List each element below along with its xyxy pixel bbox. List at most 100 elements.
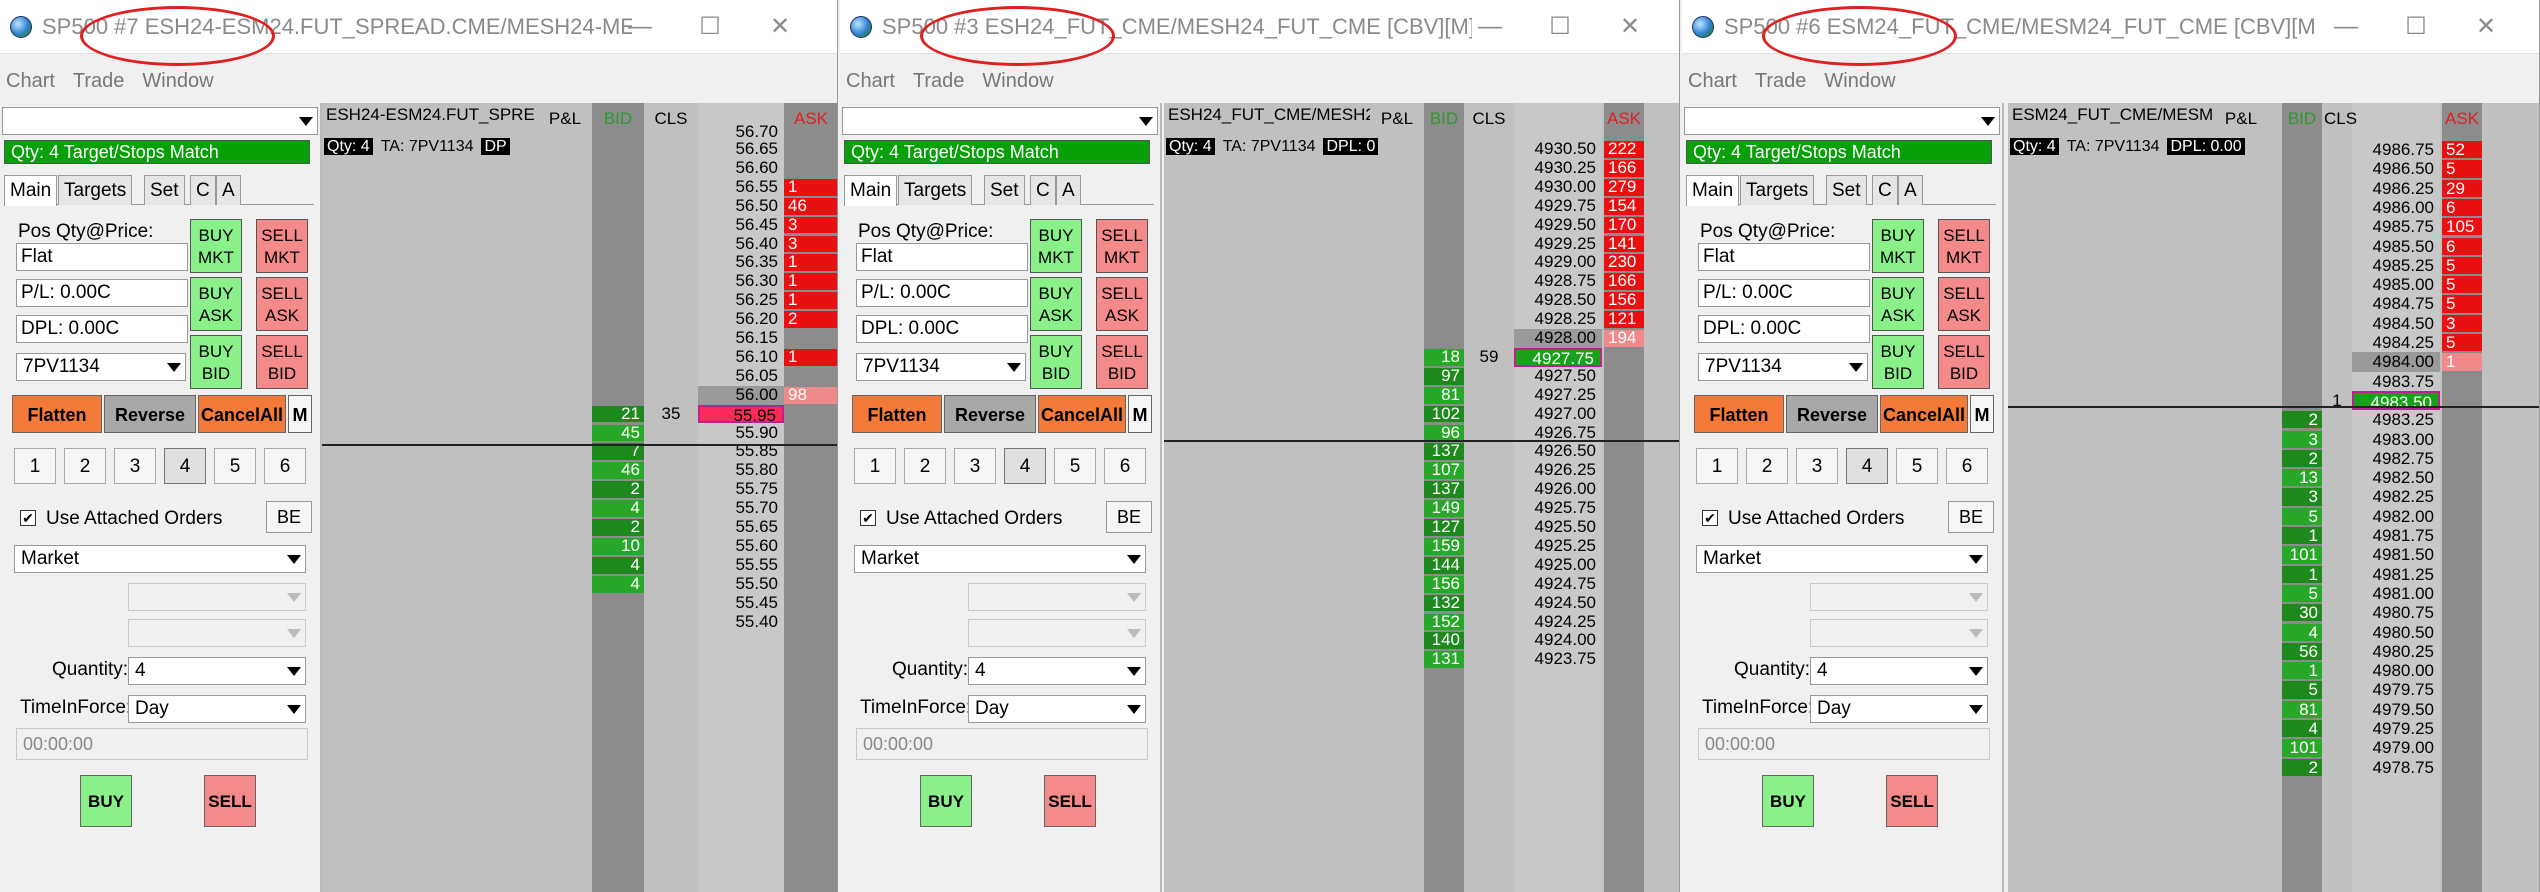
price-cell[interactable]: 4981.50 [2352,545,2440,564]
tab-a[interactable]: A [216,175,241,205]
cancel-all-button[interactable]: CancelAll [1880,395,1968,433]
price-cell[interactable]: 55.55 [698,556,784,575]
ask-cell[interactable]: 194 [1604,330,1644,347]
ask-cell[interactable]: 5 [2442,276,2482,294]
maximize-button[interactable]: ☐ [2396,10,2436,44]
price-cell[interactable]: 4981.00 [2352,584,2440,603]
price-cell[interactable]: 56.55 [698,178,784,197]
bid-cell[interactable]: 21 [592,405,644,423]
qty-preset-3[interactable]: 3 [1796,448,1838,484]
price-cell[interactable]: 4930.00 [1514,178,1602,197]
sell-bid-button[interactable]: SELL BID [256,335,308,389]
bid-cell[interactable]: 5 [2282,681,2322,699]
buy-mkt-button[interactable]: BUY MKT [1872,219,1924,273]
order-type-dropdown[interactable]: Market [14,545,306,573]
price-cell[interactable]: 4980.50 [2352,623,2440,642]
price-cell[interactable]: 55.45 [698,594,784,613]
bid-cell[interactable]: 127 [1424,519,1464,536]
tab-targets[interactable]: Targets [1740,175,1815,205]
ask-cell[interactable]: 2 [784,311,837,328]
maximize-button[interactable]: ☐ [690,10,730,44]
price-cell[interactable]: 55.60 [698,537,784,556]
bid-cell[interactable]: 81 [2282,700,2322,718]
bid-cell[interactable]: 56 [2282,642,2322,661]
bid-cell[interactable]: 30 [2282,604,2322,622]
price-cell[interactable]: 4929.25 [1514,235,1602,254]
buy-bid-button[interactable]: BUY BID [190,335,242,389]
sell-ask-button[interactable]: SELL ASK [1096,277,1148,331]
tab-main[interactable]: Main [1686,175,1740,206]
qty-preset-4[interactable]: 4 [164,448,206,484]
ask-cell[interactable]: 1 [784,292,837,310]
menu-window[interactable]: Window [982,70,1053,92]
bid-cell[interactable]: 45 [592,424,644,442]
qty-preset-2[interactable]: 2 [904,448,946,484]
price-cell[interactable]: 56.65 [698,140,784,159]
minimize-button[interactable]: — [2326,10,2366,44]
price-cell[interactable]: 4985.25 [2352,256,2440,275]
symbol-dropdown[interactable] [2,107,318,135]
price-cell[interactable]: 56.15 [698,329,784,348]
price-cell[interactable]: 4982.75 [2352,449,2440,468]
bid-cell[interactable]: 102 [1424,405,1464,423]
m-button[interactable]: M [288,395,312,433]
price-cell[interactable]: 4984.50 [2352,314,2440,333]
bid-cell[interactable]: 5 [2282,507,2322,525]
bid-cell[interactable]: 81 [1424,386,1464,404]
bid-cell[interactable]: 137 [1424,481,1464,499]
price-cell[interactable]: 4986.25 [2352,179,2440,198]
price-cell[interactable]: 55.40 [698,613,784,632]
bid-cell[interactable]: 10 [592,537,644,555]
price-cell[interactable]: 4927.00 [1514,405,1602,424]
qty-preset-5[interactable]: 5 [1896,448,1938,484]
qty-preset-4[interactable]: 4 [1846,448,1888,484]
ask-cell[interactable]: 52 [2442,141,2482,159]
bid-cell[interactable]: 156 [1424,575,1464,593]
reverse-button[interactable]: Reverse [944,395,1036,433]
price-cell[interactable]: 4979.50 [2352,700,2440,719]
ask-cell[interactable]: 154 [1604,197,1644,215]
qty-preset-1[interactable]: 1 [14,448,56,484]
sell-bid-button[interactable]: SELL BID [1096,335,1148,389]
price-cell[interactable]: 4927.75 [1514,347,1602,367]
use-attached-checkbox[interactable]: ✔ [860,510,876,526]
price-cell[interactable]: 4985.50 [2352,237,2440,256]
menu-window[interactable]: Window [1824,70,1895,92]
price-cell[interactable]: 56.45 [698,216,784,235]
price-cell[interactable]: 4979.25 [2352,719,2440,738]
quantity-dropdown[interactable]: 4 [128,657,306,685]
minimize-button[interactable]: — [620,10,660,44]
price-cell[interactable]: 4981.75 [2352,526,2440,545]
bid-cell[interactable]: 3 [2282,430,2322,448]
order-type-dropdown[interactable]: Market [854,545,1146,573]
price-cell[interactable]: 4929.75 [1514,197,1602,216]
bid-cell[interactable]: 13 [2282,469,2322,487]
price-cell[interactable]: 56.05 [698,367,784,386]
quantity-dropdown[interactable]: 4 [1810,657,1988,685]
menu-window[interactable]: Window [142,70,213,92]
price-cell[interactable]: 4930.50 [1514,140,1602,159]
price-cell[interactable]: 55.80 [698,461,784,480]
ask-cell[interactable]: 5 [2442,256,2482,275]
qty-preset-6[interactable]: 6 [1946,448,1988,484]
qty-preset-3[interactable]: 3 [954,448,996,484]
price-cell[interactable]: 56.10 [698,348,784,367]
price-cell[interactable]: 4925.50 [1514,518,1602,537]
price-cell[interactable]: 4925.00 [1514,556,1602,575]
qty-preset-4[interactable]: 4 [1004,448,1046,484]
tab-c[interactable]: C [1030,175,1056,205]
menu-chart[interactable]: Chart [1688,70,1737,92]
bid-cell[interactable]: 2 [592,481,644,499]
bid-cell[interactable]: 5 [2282,584,2322,603]
menu-trade[interactable]: Trade [73,70,125,92]
ask-cell[interactable]: 29 [2442,179,2482,197]
price-cell[interactable]: 4983.75 [2352,372,2440,391]
sell-mkt-button[interactable]: SELL MKT [1096,219,1148,273]
ask-cell[interactable]: 1 [784,348,837,366]
price-cell[interactable]: 4985.00 [2352,275,2440,294]
ask-cell[interactable]: 166 [1604,273,1644,291]
price-cell[interactable]: 4924.25 [1514,613,1602,632]
ask-cell[interactable]: 279 [1604,178,1644,196]
ask-cell[interactable]: 3 [2442,314,2482,332]
flatten-button[interactable]: Flatten [12,395,102,433]
